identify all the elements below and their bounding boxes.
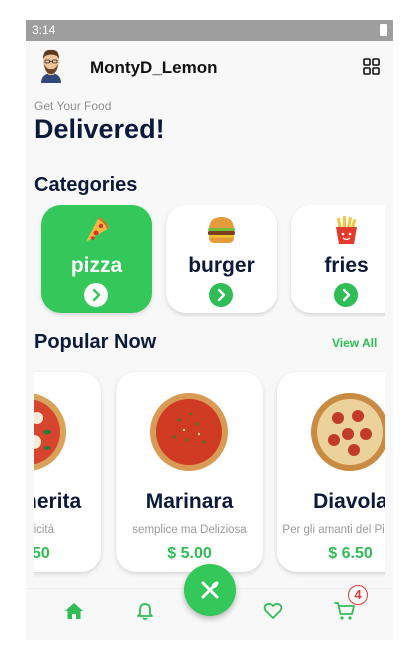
category-label: burger xyxy=(188,254,255,277)
bell-icon[interactable] xyxy=(135,601,155,621)
food-card-diavola[interactable]: Diavola Per gli amanti del Piccante $ 6.… xyxy=(277,372,385,572)
category-label: fries xyxy=(324,254,369,277)
food-description: Semplicità xyxy=(34,524,55,536)
grid-menu-icon[interactable] xyxy=(363,58,380,75)
margherita-pizza-image xyxy=(34,393,66,471)
category-card-fries[interactable]: fries xyxy=(291,205,385,313)
popular-title: Popular Now xyxy=(34,331,157,353)
category-card-burger[interactable]: burger xyxy=(166,205,277,313)
chevron-right-icon[interactable] xyxy=(334,283,358,307)
food-name: Margherita xyxy=(34,490,82,513)
food-card-margherita[interactable]: Margherita Semplicità $ 4.50 xyxy=(34,372,101,572)
burger-icon xyxy=(208,217,235,243)
category-card-pizza[interactable]: pizza xyxy=(41,205,152,313)
food-description: semplice ma Deliziosa xyxy=(132,524,247,536)
food-card-marinara[interactable]: Marinara semplice ma Deliziosa $ 5.00 xyxy=(116,372,263,572)
heart-icon[interactable] xyxy=(263,601,283,621)
food-price: $ 5.00 xyxy=(167,545,212,562)
battery-icon xyxy=(380,24,387,36)
categories-carousel[interactable]: pizza burger fries xyxy=(34,205,385,317)
category-label: pizza xyxy=(70,254,123,277)
chevron-right-icon[interactable] xyxy=(84,283,108,307)
fork-knife-icon xyxy=(201,581,219,599)
home-icon[interactable] xyxy=(64,601,84,621)
avatar[interactable] xyxy=(36,47,66,83)
food-name: Diavola xyxy=(313,490,385,513)
status-bar: 3:14 xyxy=(26,20,393,41)
pizza-icon xyxy=(86,217,109,242)
food-description: Per gli amanti del Piccante xyxy=(282,524,385,536)
food-price: $ 4.50 xyxy=(34,545,50,562)
hero-tagline: Get Your Food xyxy=(34,99,112,113)
cart-badge: 4 xyxy=(348,585,368,605)
marinara-pizza-image xyxy=(150,393,228,471)
app-screen: 3:14 MontyD_Lemon Get Your Food Delivere… xyxy=(26,20,393,640)
hero-headline: Delivered! xyxy=(34,114,165,144)
top-bar: MontyD_Lemon xyxy=(26,41,393,93)
fries-icon xyxy=(336,216,357,244)
username: MontyD_Lemon xyxy=(90,58,218,77)
status-time: 3:14 xyxy=(32,23,56,37)
diavola-pizza-image xyxy=(311,393,385,471)
food-price: $ 6.50 xyxy=(328,545,373,562)
food-name: Marinara xyxy=(145,490,234,513)
chevron-right-icon[interactable] xyxy=(209,283,233,307)
menu-fab-button[interactable] xyxy=(184,564,236,616)
categories-title: Categories xyxy=(34,174,138,196)
popular-carousel[interactable]: Margherita Semplicità $ 4.50 Marinara se… xyxy=(34,370,385,578)
view-all-link[interactable]: View All xyxy=(332,336,377,350)
